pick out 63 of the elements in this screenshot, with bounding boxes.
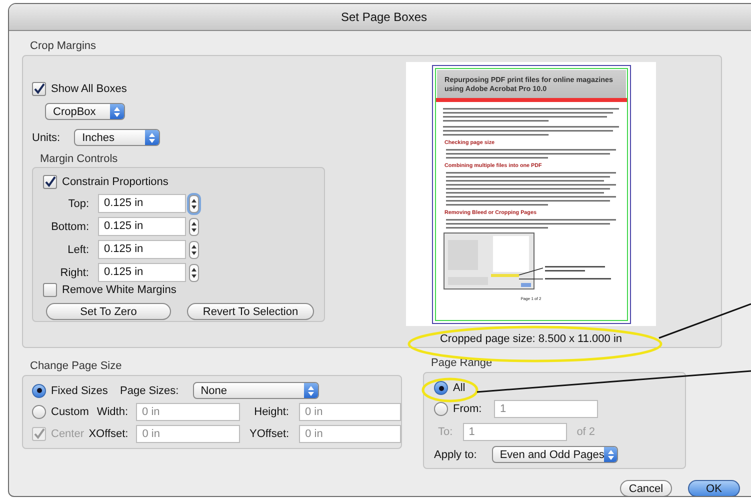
stepper[interactable]: [189, 194, 199, 212]
input-field[interactable]: 0 in: [136, 425, 240, 443]
input-field[interactable]: 0.125 in: [98, 263, 186, 282]
field-label: Height:: [253, 406, 289, 418]
field-label: Bottom:: [50, 220, 89, 232]
up-down-arrows-icon: [148, 132, 156, 144]
page-count: of 2: [576, 426, 596, 438]
field-label: Page Sizes:: [120, 384, 179, 396]
radio-button[interactable]: [434, 381, 448, 395]
page-size-text: Cropped page size: 8.500 x 11.000 in: [440, 333, 622, 346]
checkbox-label: Center: [51, 428, 84, 440]
input-field[interactable]: 0.125 in: [98, 240, 186, 259]
radio-button[interactable]: [32, 384, 46, 398]
input-field[interactable]: 0 in: [299, 425, 401, 443]
up-down-arrows-icon: [306, 384, 315, 396]
radio-label: Fixed Sizes: [51, 384, 108, 396]
annotation-ellipse: [422, 378, 478, 402]
field-label: Width:: [96, 406, 128, 418]
field-label: XOffset:: [88, 428, 128, 440]
set-to-zero-button[interactable]: Set To Zero: [46, 303, 171, 320]
units-label: Units:: [32, 132, 60, 144]
input-field[interactable]: 0.125 in: [98, 217, 186, 236]
page-sizes-dropdown[interactable]: None: [192, 382, 319, 399]
field-label: To:: [438, 426, 453, 438]
radio-label: All: [453, 382, 466, 394]
field-label: Left:: [66, 244, 89, 256]
units-dropdown[interactable]: Inches: [74, 129, 160, 146]
checkbox-label: Constrain Proportions: [62, 176, 168, 188]
checkbox[interactable]: [43, 283, 57, 297]
stepper[interactable]: [189, 264, 199, 282]
input-field[interactable]: 0 in: [136, 403, 240, 421]
field-label: YOffset:: [248, 428, 290, 440]
checkbox[interactable]: [32, 82, 46, 96]
checkbox-label: Show All Boxes: [51, 83, 127, 95]
radio-button[interactable]: [32, 405, 46, 419]
cancel-button[interactable]: Cancel: [620, 480, 672, 496]
window-title: Set Page Boxes: [340, 10, 428, 24]
up-down-arrows-icon: [191, 220, 197, 232]
box-type-dropdown[interactable]: CropBox: [45, 103, 125, 120]
field-label: Apply to:: [434, 448, 477, 460]
section-title: Crop Margins: [30, 40, 98, 53]
stepper[interactable]: [189, 218, 199, 236]
revert-button[interactable]: Revert To Selection: [187, 303, 314, 320]
field-label: Right:: [59, 266, 89, 278]
input-field[interactable]: 0 in: [298, 403, 401, 421]
up-down-arrows-icon: [113, 106, 121, 118]
radio-label: Custom: [51, 406, 89, 418]
radio-label: From:: [453, 403, 482, 415]
section-title: Margin Controls: [40, 153, 119, 166]
up-down-arrows-icon: [606, 448, 615, 460]
stepper[interactable]: [189, 240, 199, 258]
input-field[interactable]: 1: [494, 400, 598, 418]
up-down-arrows-icon: [191, 266, 197, 278]
checkbox[interactable]: [43, 175, 57, 189]
checkbox-label: Remove White Margins: [62, 284, 176, 296]
up-down-arrows-icon: [191, 198, 197, 210]
field-label: Top:: [67, 198, 89, 210]
apply-to-dropdown[interactable]: Even and Odd Pages: [492, 446, 618, 463]
ok-button[interactable]: OK: [688, 480, 740, 496]
radio-button[interactable]: [434, 402, 448, 416]
section-title: Change Page Size: [30, 360, 123, 373]
input-field[interactable]: 0.125 in: [98, 194, 186, 213]
up-down-arrows-icon: [191, 244, 197, 256]
